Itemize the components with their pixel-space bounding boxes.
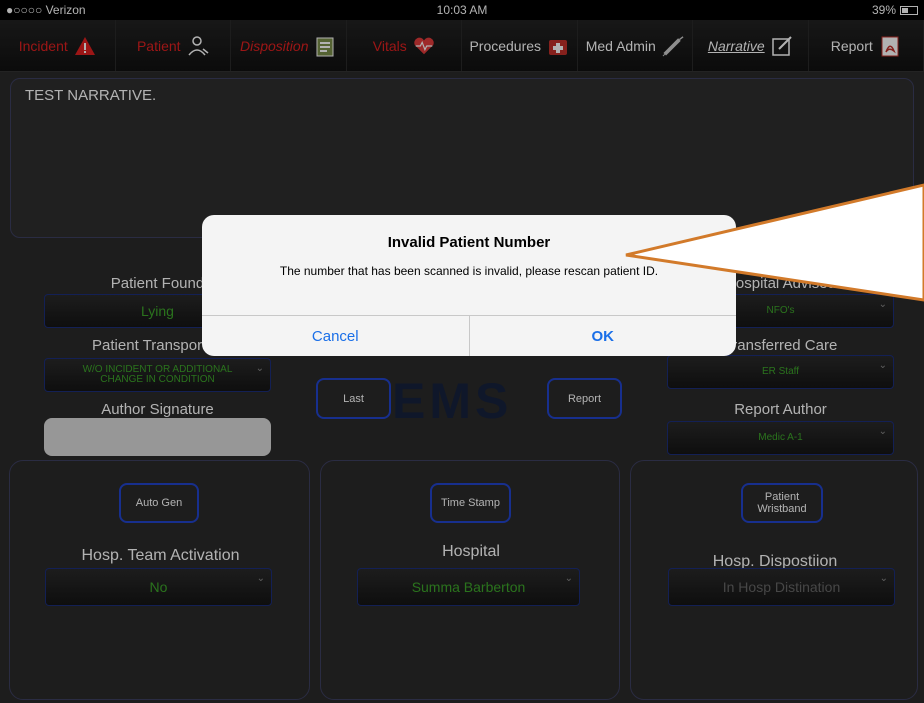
alert-actions: Cancel OK	[202, 315, 736, 356]
ok-button[interactable]: OK	[468, 316, 737, 356]
alert-message: The number that has been scanned is inva…	[279, 264, 659, 278]
cancel-button[interactable]: Cancel	[202, 316, 469, 356]
invalid-patient-alert: Invalid Patient Number The number that h…	[202, 215, 736, 356]
alert-title: Invalid Patient Number	[387, 234, 551, 251]
